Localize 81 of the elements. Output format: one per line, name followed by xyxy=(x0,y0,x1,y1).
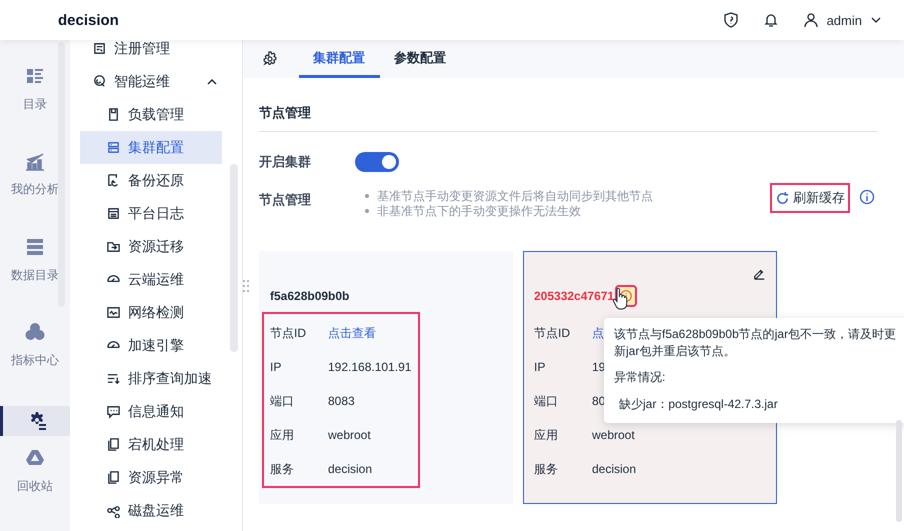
copy-icon xyxy=(106,470,121,485)
sort-icon xyxy=(106,371,121,386)
rail-item[interactable]: 回收站 xyxy=(0,446,70,531)
folder-icon xyxy=(106,239,121,254)
menu-item[interactable]: 智能运维 xyxy=(80,65,224,98)
menu-item[interactable]: 加速引擎 xyxy=(80,329,222,362)
row-value: 8083 xyxy=(328,394,355,408)
section-title: 节点管理 xyxy=(259,78,878,132)
menu-item[interactable]: 宕机处理 xyxy=(80,428,222,461)
info-icon[interactable] xyxy=(859,189,875,205)
row-label: IP xyxy=(534,360,546,374)
calendar-icon xyxy=(106,206,121,221)
triangle-icon xyxy=(25,448,45,468)
row-value: decision xyxy=(328,462,372,476)
row-value: 192.168.101.91 xyxy=(328,360,412,374)
toggle-switch[interactable] xyxy=(355,152,399,172)
row-value: webroot xyxy=(592,428,635,442)
menu-item[interactable]: 网络检测 xyxy=(80,296,222,329)
note-text: 非基准节点下的手动变更操作无法生效 xyxy=(365,204,770,219)
form-icon xyxy=(92,41,107,56)
row-label: 服务 xyxy=(270,460,295,478)
menu-item[interactable]: 资源迁移 xyxy=(80,230,222,263)
tooltip-message: 该节点与f5a628b09b0b节点的jar包不一致，请及时更新jar包并重启该节点。 xyxy=(614,326,898,360)
card-icon xyxy=(106,107,121,122)
field-label: 节点管理 xyxy=(259,191,312,209)
row-value: webroot xyxy=(328,428,371,442)
cluster-icon xyxy=(25,322,45,342)
view-link[interactable]: 点击查看 xyxy=(328,324,376,342)
rail-item[interactable]: 数据目录 xyxy=(0,234,70,320)
menu-item[interactable]: 信息通知 xyxy=(80,395,222,428)
node-name: f5a628b09b0b xyxy=(270,289,350,303)
refresh-icon xyxy=(775,190,790,206)
user-menu[interactable]: admin xyxy=(802,12,882,28)
server-icon xyxy=(106,140,121,155)
menu-item[interactable]: 云端运维 xyxy=(80,263,222,296)
row-label: 应用 xyxy=(534,426,559,444)
tab[interactable]: 参数配置 xyxy=(380,40,461,78)
tooltip-heading: 异常情况: xyxy=(614,369,666,386)
row-label: 服务 xyxy=(534,460,559,478)
row-label: 节点ID xyxy=(534,324,571,342)
list-icon xyxy=(25,66,45,86)
menu-item[interactable]: 磁盘运维 xyxy=(80,494,222,527)
view-link[interactable]: 点 xyxy=(592,324,604,342)
scrollbar[interactable] xyxy=(896,420,902,522)
chat-icon xyxy=(106,404,121,419)
drag-handle-icon[interactable] xyxy=(243,280,249,292)
scrollbar[interactable] xyxy=(230,164,238,352)
rail-item[interactable]: 我的分析 xyxy=(0,149,70,235)
table-icon xyxy=(25,236,45,257)
user-icon xyxy=(802,12,819,28)
row-label: IP xyxy=(270,360,282,374)
menu-item[interactable]: 集群配置 xyxy=(80,131,222,164)
row-label: 端口 xyxy=(270,392,295,410)
shield-icon[interactable] xyxy=(722,12,739,28)
settings-icon[interactable] xyxy=(262,51,278,67)
rail-item[interactable] xyxy=(0,406,70,436)
menu-item[interactable]: 平台日志 xyxy=(80,197,222,230)
tooltip-detail: 缺少jar：postgresql-42.7.3.jar xyxy=(618,396,779,413)
menu-item[interactable]: 注册管理 xyxy=(80,40,224,65)
menu-item[interactable]: 备份还原 xyxy=(80,164,222,197)
app-title: decision xyxy=(58,12,119,28)
field-label: 开启集群 xyxy=(259,153,312,171)
row-label: 端口 xyxy=(534,392,559,410)
monitor-icon xyxy=(106,305,121,320)
refresh-button[interactable]: 刷新缓存 xyxy=(770,183,850,213)
rail-item[interactable]: 目录 xyxy=(0,64,70,150)
hand-cursor-icon xyxy=(612,288,628,310)
menu-item[interactable]: 资源异常 xyxy=(80,461,222,494)
tab[interactable]: 集群配置 xyxy=(299,40,380,78)
nodes-icon xyxy=(106,503,121,518)
bell-icon[interactable] xyxy=(762,12,779,28)
menu-item[interactable]: 负载管理 xyxy=(80,98,222,131)
node-name: 205332c47671 xyxy=(534,289,614,303)
row-label: 应用 xyxy=(270,426,295,444)
note-text: 基准节点手动变更资源文件后将自动同步到其他节点 xyxy=(365,189,770,204)
chart-icon xyxy=(25,151,45,172)
row-value: decision xyxy=(592,462,636,476)
menu-item[interactable]: 排序查询加速 xyxy=(80,362,222,395)
rail-item[interactable]: 指标中心 xyxy=(0,320,70,406)
copy-icon xyxy=(106,437,121,452)
row-label: 节点ID xyxy=(270,324,307,342)
